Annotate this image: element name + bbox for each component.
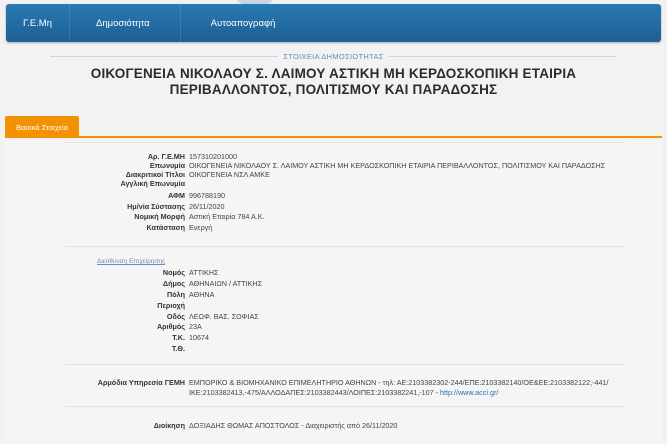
field-value: ΔΟΞΙΑΔΗΣ ΘΩΜΑΣ ΑΠΟΣΤΟΛΟΣ - Διαχειριστής … bbox=[189, 421, 398, 430]
tab-bar: Βασικά Στοιχεία bbox=[5, 116, 662, 138]
field-label: Οδός bbox=[166, 312, 185, 321]
field-row-status: Κατάσταση Ενεργή bbox=[5, 223, 662, 233]
divider bbox=[65, 406, 625, 407]
field-row-area: Περιοχή bbox=[5, 301, 662, 311]
field-label: Διοίκηση bbox=[153, 421, 185, 430]
field-label: ΑΦΜ bbox=[168, 191, 185, 200]
details-panel: Αρ. Γ.Ε.ΜΗ 157310201000 Επωνυμία ΟΙΚΟΓΕΝ… bbox=[5, 140, 662, 444]
field-row-street: Οδός ΛΕΩΦ. ΒΑΣ. ΣΟΦΙΑΣ bbox=[5, 312, 662, 322]
field-label: Νομός bbox=[162, 268, 185, 277]
field-row-english-name: Αγγλική Επωνυμία bbox=[5, 179, 662, 189]
field-label: Τ.Κ. bbox=[172, 333, 185, 342]
field-value: ΑΘΗΝΑΙΩΝ / ΑΤΤΙΚΗΣ bbox=[189, 279, 263, 288]
section-label: ΣΤΟΙΧΕΙΑ ΔΗΜΟΣΙΟΤΗΤΑΣ bbox=[283, 52, 384, 61]
tab-basic-info[interactable]: Βασικά Στοιχεία bbox=[5, 116, 79, 138]
nav-item-publicity[interactable]: Δημοσιότητα bbox=[70, 4, 181, 42]
page-title-line1: ΟΙΚΟΓΕΝΕΙΑ ΝΙΚΟΛΑΟΥ Σ. ΛΑΙΜΟΥ ΑΣΤΙΚΗ ΜΗ … bbox=[90, 66, 577, 81]
field-value: ΛΕΩΦ. ΒΑΣ. ΣΟΦΙΑΣ bbox=[189, 312, 259, 321]
main-nav: Γ.Ε.Μη Δημοσιότητα Αυτοαπογραφή bbox=[6, 4, 661, 42]
field-label: Περιοχή bbox=[157, 301, 185, 310]
field-label: Πόλη bbox=[167, 290, 185, 299]
nav-item-gemi[interactable]: Γ.Ε.Μη bbox=[6, 4, 71, 42]
field-row-po-box: Τ.Θ. bbox=[5, 344, 662, 354]
field-label: Αρμόδια Υπηρεσία ΓΕΜΗ bbox=[97, 378, 185, 387]
registry-website-link[interactable]: http://www.acci.gr/ bbox=[440, 388, 498, 397]
field-row-postal-code: Τ.Κ. 10674 bbox=[5, 333, 662, 343]
field-row-city: Πόλη ΑΘΗΝΑ bbox=[5, 290, 662, 300]
field-label: Κατάσταση bbox=[146, 223, 185, 232]
divider bbox=[65, 246, 625, 247]
field-row-legal-form: Νομική Μορφή Αστική Εταιρία 784 Α.Κ. bbox=[5, 212, 662, 222]
field-label: Δήμος bbox=[162, 279, 185, 288]
registry-line2: ΙΚΕ:2103382413,-475/ΑΛΛΟΔΑΠΕΣ:2103382443… bbox=[189, 388, 629, 398]
field-value: 10674 bbox=[189, 333, 209, 342]
page-title-line2: ΠΕΡΙΒΑΛΛΟΝΤΟΣ, ΠΟΛΙΤΙΣΜΟΥ ΚΑΙ ΠΑΡΑΔΟΣΗΣ bbox=[169, 82, 498, 97]
registry-line1: ΕΜΠΟΡΙΚΟ & ΒΙΟΜΗΧΑΝΙΚΟ ΕΠΙΜΕΛΗΤΗΡΙΟ ΑΘΗΝ… bbox=[189, 378, 609, 387]
field-value: 996788190 bbox=[189, 191, 225, 200]
registry-line2-text: ΙΚΕ:2103382413,-475/ΑΛΛΟΔΑΠΕΣ:2103382443… bbox=[189, 388, 441, 397]
field-label: Ημ/νία Σύστασης bbox=[127, 202, 185, 211]
address-heading: Διεύθυνση Επιχείρησης bbox=[97, 258, 166, 265]
field-value: ΑΤΤΙΚΗΣ bbox=[189, 268, 219, 277]
divider bbox=[65, 142, 625, 143]
field-value: Ενεργή bbox=[189, 223, 213, 232]
field-value: 23Α bbox=[189, 322, 202, 331]
registry-office-value: ΕΜΠΟΡΙΚΟ & ΒΙΟΜΗΧΑΝΙΚΟ ΕΠΙΜΕΛΗΤΗΡΙΟ ΑΘΗΝ… bbox=[189, 378, 629, 398]
field-label: Νομική Μορφή bbox=[134, 212, 185, 221]
field-label: Αγγλική Επωνυμία bbox=[120, 179, 185, 188]
field-row-number: Αριθμός 23Α bbox=[5, 322, 662, 332]
field-label: Αριθμός bbox=[156, 322, 185, 331]
field-value: 26/11/2020 bbox=[189, 202, 225, 211]
divider bbox=[65, 364, 625, 365]
field-row-incorporation-date: Ημ/νία Σύστασης 26/11/2020 bbox=[5, 202, 662, 212]
page-title: ΟΙΚΟΓΕΝΕΙΑ ΝΙΚΟΛΑΟΥ Σ. ΛΑΙΜΟΥ ΑΣΤΙΚΗ ΜΗ … bbox=[0, 66, 667, 98]
field-label: Τ.Θ. bbox=[171, 344, 185, 353]
field-row-afm: ΑΦΜ 996788190 bbox=[5, 191, 662, 201]
field-row-management: Διοίκηση ΔΟΞΙΑΔΗΣ ΘΩΜΑΣ ΑΠΟΣΤΟΛΟΣ - Διαχ… bbox=[5, 421, 662, 431]
field-value: ΑΘΗΝΑ bbox=[189, 290, 215, 299]
nav-item-self-assessment[interactable]: Αυτοαπογραφή bbox=[181, 4, 293, 42]
field-row-municipality: Δήμος ΑΘΗΝΑΙΩΝ / ΑΤΤΙΚΗΣ bbox=[5, 279, 662, 289]
field-value: Αστική Εταιρία 784 Α.Κ. bbox=[189, 212, 265, 221]
field-row-prefecture: Νομός ΑΤΤΙΚΗΣ bbox=[5, 268, 662, 278]
